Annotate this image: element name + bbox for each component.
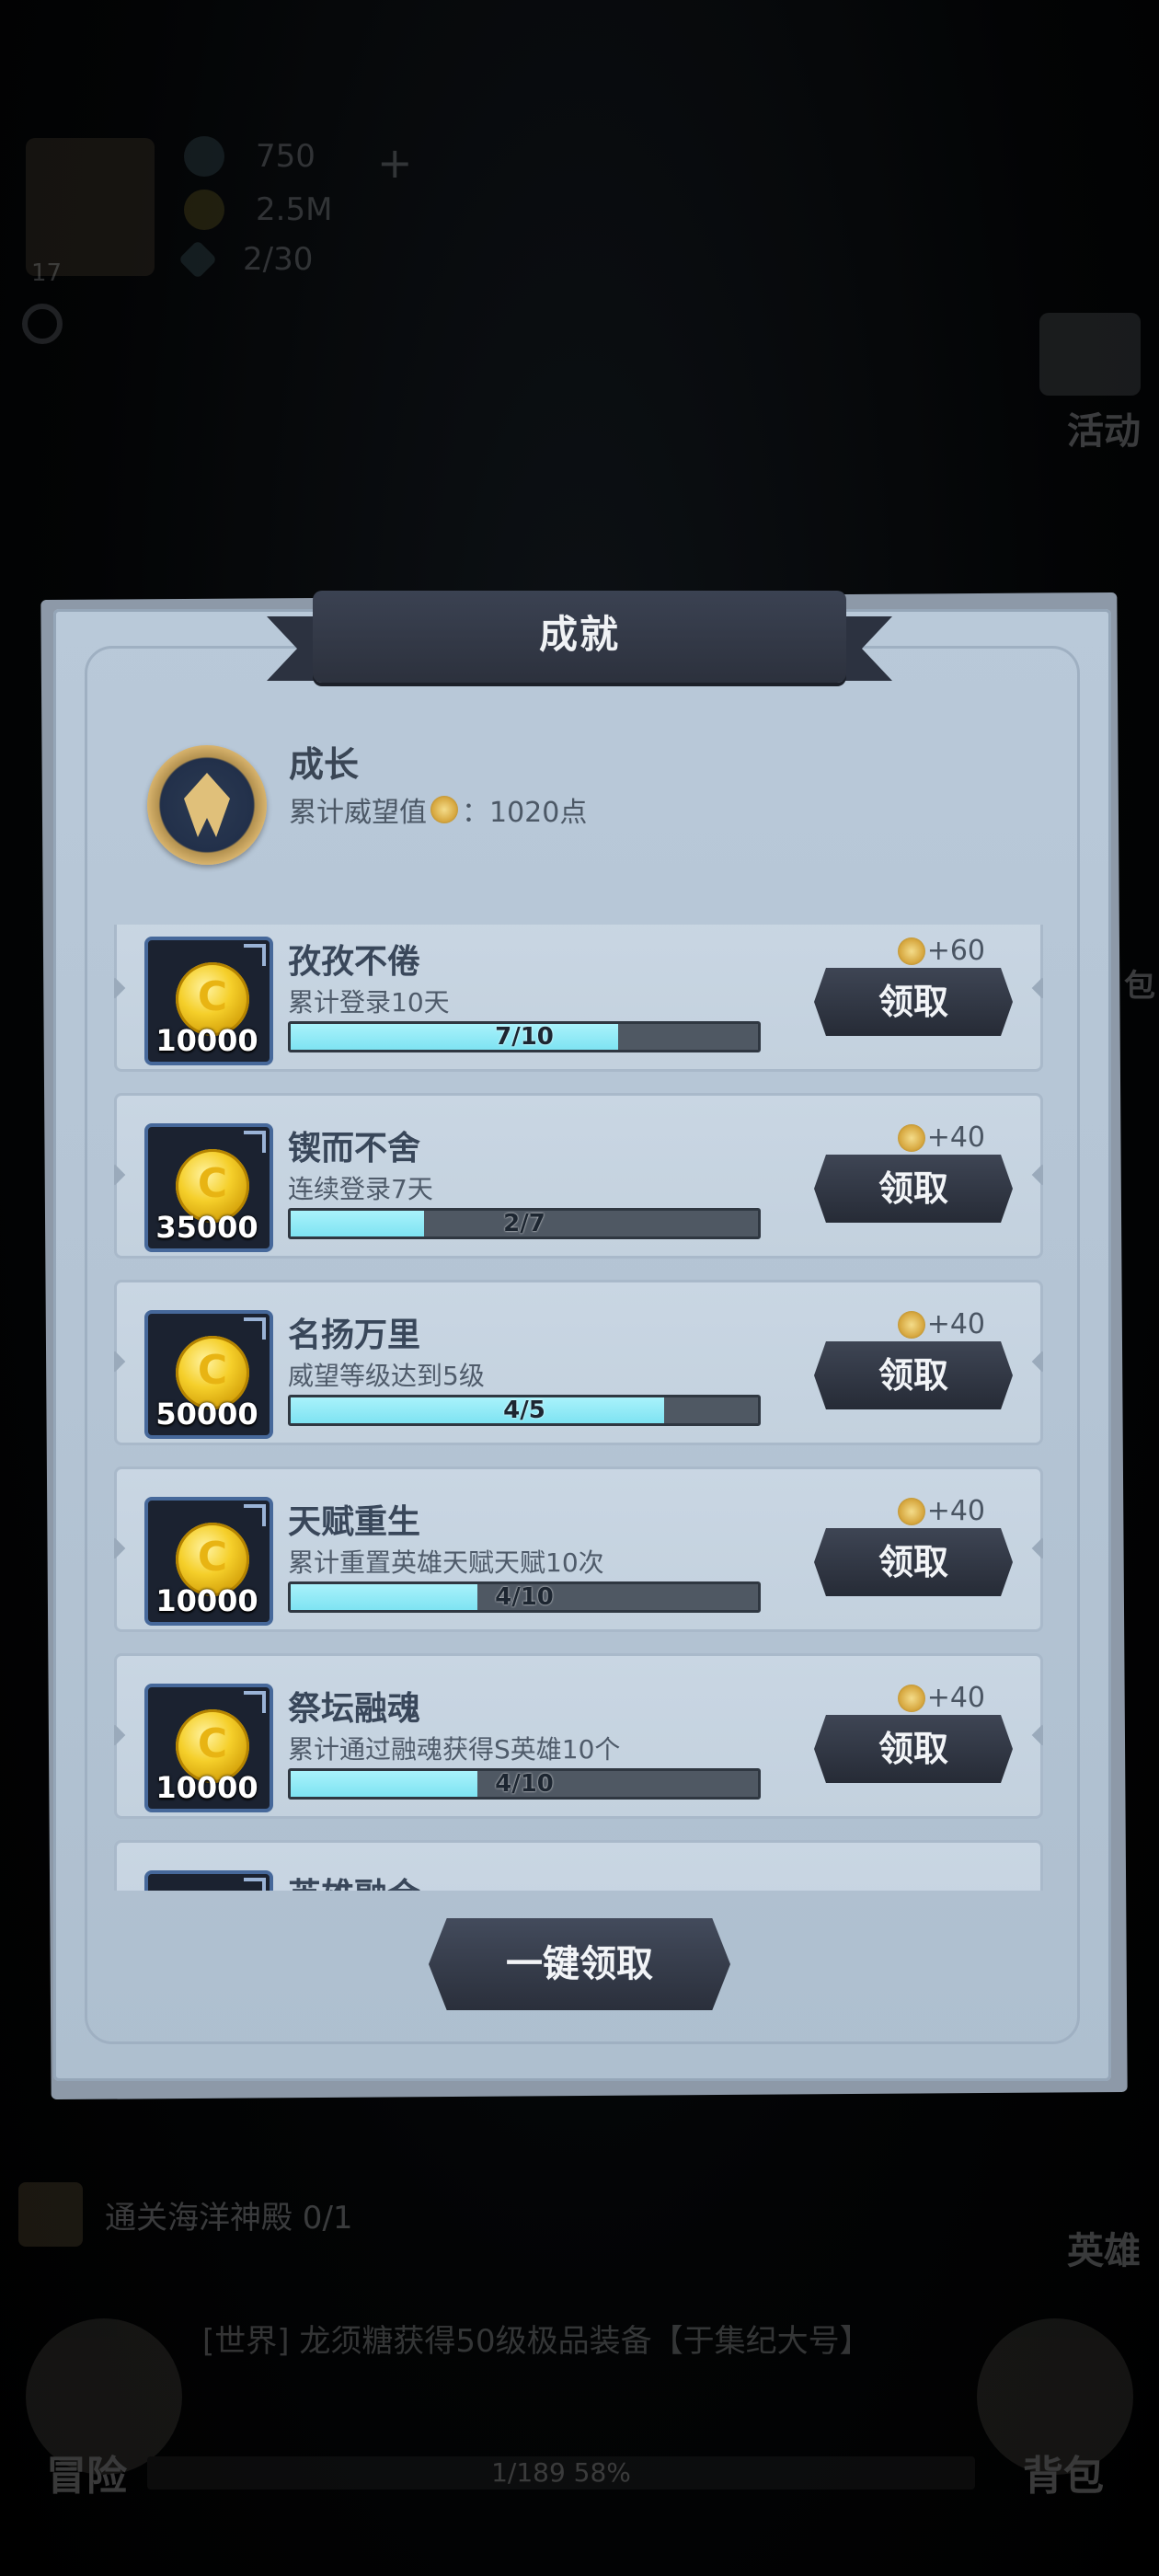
prestige-icon bbox=[897, 1684, 925, 1712]
prestige-icon bbox=[897, 1497, 925, 1525]
gold-row: 2.5M bbox=[184, 190, 332, 230]
reward-amount: 10000 bbox=[155, 1583, 258, 1618]
reward-box: 10000 bbox=[144, 937, 273, 1065]
quest-tracker: 通关海洋神殿 0/1 bbox=[18, 2182, 809, 2247]
progress-bar: 2/7 bbox=[288, 1208, 761, 1239]
achievement-title: 天赋重生 bbox=[288, 1503, 421, 1541]
prestige-points: +40 bbox=[926, 1682, 985, 1714]
achievement-list[interactable]: 10000 孜孜不倦 累计登录10天 7/10 +60 领取 35000 锲而不… bbox=[114, 925, 1043, 1891]
prestige-label: 累计威望值 bbox=[289, 797, 427, 829]
achievement-title: 祭坛融魂 bbox=[288, 1690, 421, 1728]
energy-icon bbox=[178, 239, 218, 280]
quest-text: 通关海洋神殿 0/1 bbox=[105, 2199, 353, 2237]
reward-amount: 10000 bbox=[155, 1770, 258, 1805]
achievement-title: 锲而不舍 bbox=[288, 1130, 421, 1167]
prestige-reward: +40 bbox=[897, 1682, 985, 1714]
reward-amount: 35000 bbox=[155, 1210, 258, 1245]
prestige-reward: +60 bbox=[897, 935, 985, 967]
prestige-points: +40 bbox=[926, 1121, 985, 1154]
diamond-count: 750 bbox=[256, 138, 316, 175]
achievement-desc: 累计重置英雄天赋天赋10次 bbox=[288, 1547, 604, 1578]
claim-button[interactable]: 领取 bbox=[814, 1155, 1013, 1223]
gold-icon bbox=[184, 190, 224, 230]
progress-bar: 4/10 bbox=[288, 1768, 761, 1800]
progress-text: 4/10 bbox=[495, 1770, 554, 1798]
achievement-card: 35000 锲而不舍 连续登录7天 2/7 +40 领取 bbox=[114, 1093, 1043, 1259]
achievement-card: 10000 天赋重生 累计重置英雄天赋天赋10次 4/10 +40 领取 bbox=[114, 1466, 1043, 1632]
gold-count: 2.5M bbox=[256, 191, 333, 228]
bag-side-label: 包 bbox=[1124, 968, 1155, 1005]
reward-corner bbox=[244, 1504, 266, 1526]
prestige-icon bbox=[897, 1123, 925, 1152]
reward-box bbox=[144, 1870, 273, 1891]
reward-corner bbox=[244, 944, 266, 966]
category-name: 成长 bbox=[289, 744, 360, 785]
diamond-row: 750 bbox=[184, 136, 316, 177]
prestige-icon bbox=[897, 937, 925, 965]
player-level: 17 bbox=[31, 259, 63, 287]
claim-button[interactable]: 领取 bbox=[814, 968, 1013, 1036]
achievement-desc: 累计通过融魂获得S英雄10个 bbox=[288, 1734, 621, 1765]
claim-all-button[interactable]: 一键领取 bbox=[429, 1918, 730, 2010]
progress-text: 4/5 bbox=[503, 1397, 545, 1424]
bag-label: 背包 bbox=[1023, 2453, 1104, 2500]
reward-box: 35000 bbox=[144, 1123, 273, 1252]
achievement-card: 50000 名扬万里 威望等级达到5级 4/5 +40 领取 bbox=[114, 1280, 1043, 1445]
prestige-reward: +40 bbox=[897, 1308, 985, 1340]
progress-bar: 4/5 bbox=[288, 1395, 761, 1426]
prestige-value: ：1020点 bbox=[462, 797, 588, 829]
claim-button[interactable]: 领取 bbox=[814, 1715, 1013, 1783]
prestige-reward: +40 bbox=[897, 1121, 985, 1154]
growth-emblem-icon bbox=[147, 745, 267, 865]
diamond-icon bbox=[184, 136, 224, 177]
reward-amount: 50000 bbox=[155, 1397, 258, 1432]
reward-corner bbox=[244, 1878, 266, 1891]
prestige-icon bbox=[897, 1310, 925, 1339]
title-ribbon: 成就 bbox=[267, 585, 892, 696]
achievement-desc: 累计登录10天 bbox=[288, 987, 450, 1018]
reward-corner bbox=[244, 1317, 266, 1340]
prestige-points: +40 bbox=[926, 1308, 985, 1340]
energy-row: 2/30 bbox=[178, 239, 314, 280]
adventure-label: 冒险 bbox=[46, 2453, 127, 2500]
activity-label: 活动 bbox=[1067, 410, 1141, 453]
claim-button[interactable]: 领取 bbox=[814, 1341, 1013, 1409]
quest-icon bbox=[18, 2182, 83, 2247]
activity-icon bbox=[1039, 313, 1141, 396]
prestige-icon bbox=[430, 796, 458, 823]
progress-bar: 7/10 bbox=[288, 1021, 761, 1052]
achievement-card: 10000 祭坛融魂 累计通过融魂获得S英雄10个 4/10 +40 领取 bbox=[114, 1653, 1043, 1819]
prestige-total: 累计威望值 ：1020点 bbox=[289, 789, 587, 830]
prestige-points: +40 bbox=[926, 1495, 985, 1527]
reward-amount: 10000 bbox=[155, 1023, 258, 1058]
progress-text: 7/10 bbox=[495, 1023, 554, 1051]
progress-text: 4/10 bbox=[495, 1583, 554, 1611]
progress-bar: 4/10 bbox=[288, 1581, 761, 1613]
reward-box: 50000 bbox=[144, 1310, 273, 1439]
reward-box: 10000 bbox=[144, 1684, 273, 1812]
hero-label: 英雄 bbox=[1067, 2230, 1141, 2272]
achievement-card: 10000 孜孜不倦 累计登录10天 7/10 +60 领取 bbox=[114, 925, 1043, 1072]
stage-progress: 1/189 58% bbox=[147, 2456, 975, 2490]
achievement-title: 英雄融合 bbox=[288, 1869, 420, 1891]
prestige-reward: +40 bbox=[897, 1495, 985, 1527]
achievement-desc: 连续登录7天 bbox=[288, 1174, 433, 1204]
reward-box: 10000 bbox=[144, 1497, 273, 1626]
panel-title: 成就 bbox=[538, 612, 620, 657]
achievement-title: 孜孜不倦 bbox=[288, 943, 421, 981]
player-avatar bbox=[26, 138, 155, 276]
claim-button[interactable]: 领取 bbox=[814, 1528, 1013, 1596]
settings-gear-icon bbox=[22, 304, 63, 344]
add-diamond-icon: + bbox=[377, 138, 413, 188]
progress-text: 2/7 bbox=[503, 1210, 545, 1237]
achievement-title: 名扬万里 bbox=[288, 1317, 421, 1354]
prestige-points: +60 bbox=[926, 935, 985, 967]
achievement-card: 英雄融合 bbox=[114, 1840, 1043, 1891]
energy-count: 2/30 bbox=[243, 241, 314, 278]
achievement-desc: 威望等级达到5级 bbox=[288, 1361, 485, 1391]
world-news: [世界] 龙须糖获得50级极品装备【于集纪大号】 bbox=[202, 2323, 871, 2360]
reward-corner bbox=[244, 1691, 266, 1713]
reward-corner bbox=[244, 1131, 266, 1153]
bottom-bar: [世界] 龙须糖获得50级极品装备【于集纪大号】 1/189 58% 冒险 背包 bbox=[0, 2291, 1159, 2576]
